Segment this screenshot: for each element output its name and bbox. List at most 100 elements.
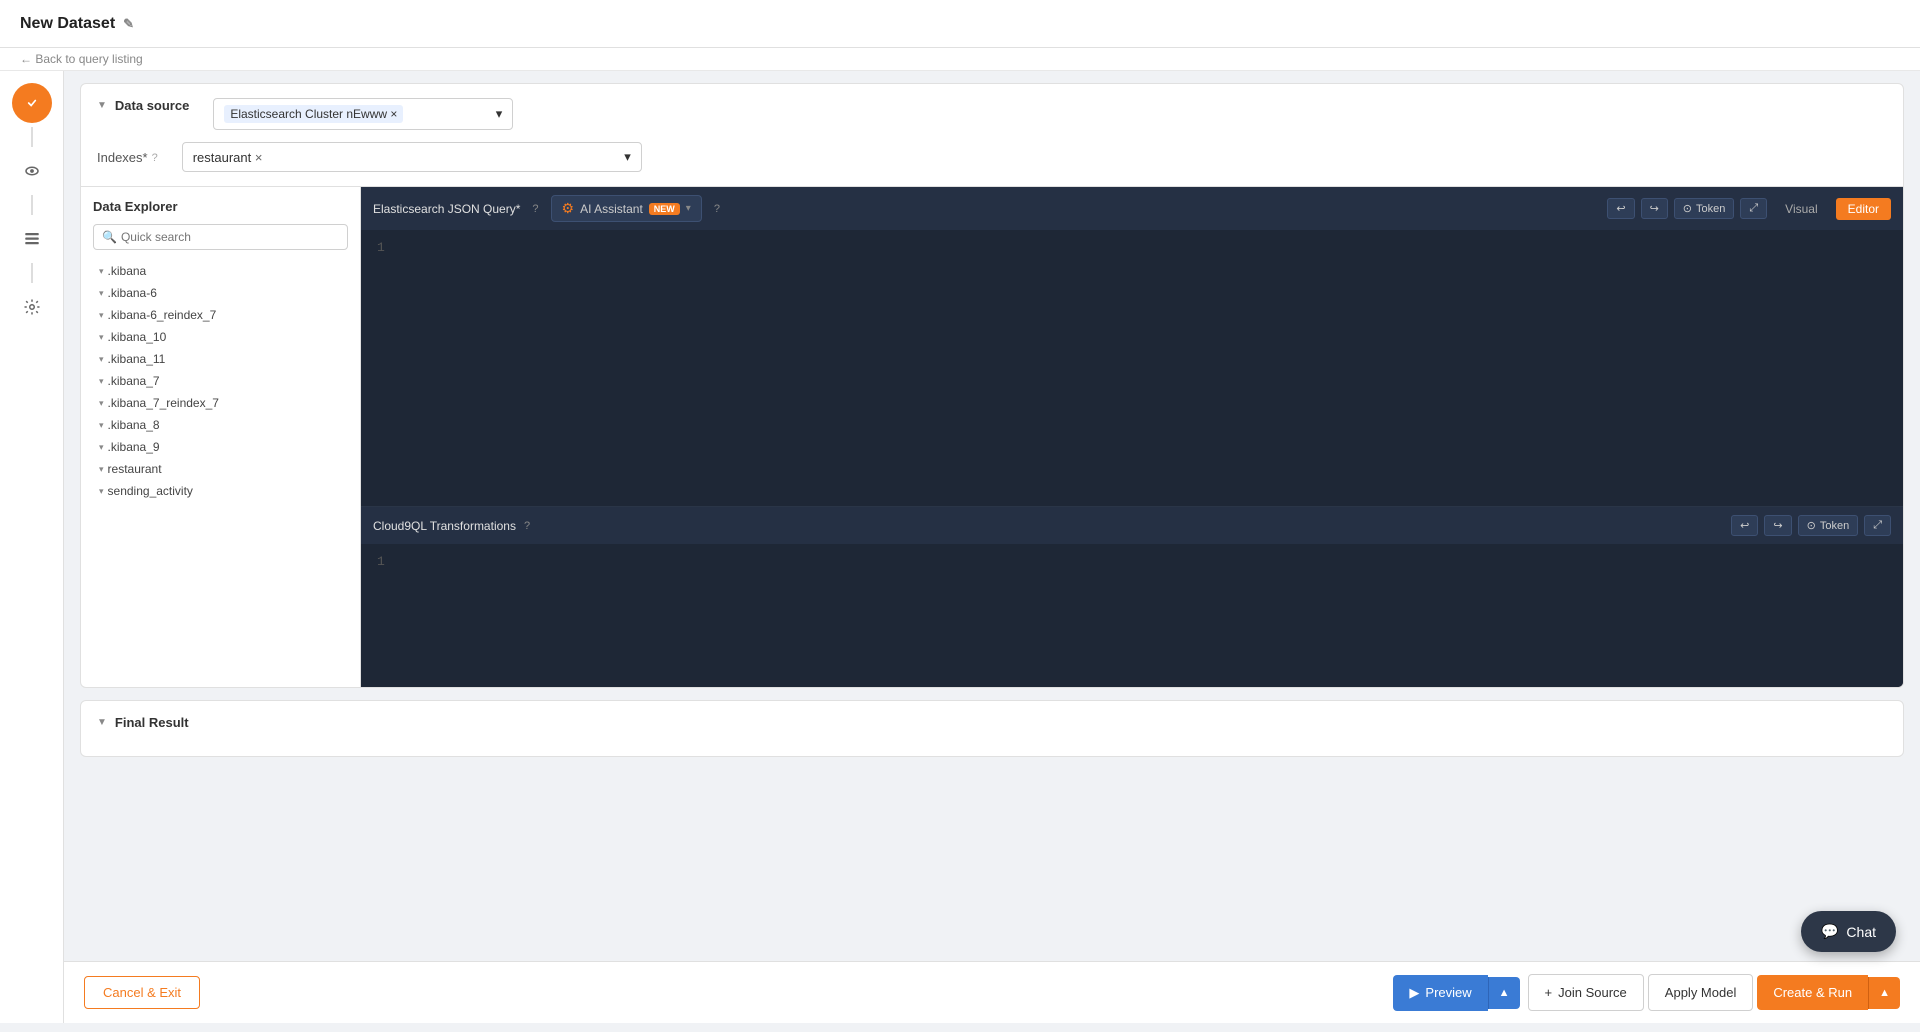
datasource-header: ▼ Data source (97, 98, 189, 113)
datasource-inner: ▼ Data source Elasticsearch Cluster nEww… (81, 84, 1903, 186)
tree-arrow-sending-activity: ▾ (99, 486, 104, 497)
data-explorer-title: Data Explorer (93, 199, 348, 214)
transform-code-editor[interactable]: 1 (361, 544, 1903, 687)
tree-arrow-kibana: ▾ (99, 266, 104, 277)
tree-arrow-kibana-8: ▾ (99, 420, 104, 431)
indexes-dropdown-arrow: ▾ (624, 149, 631, 165)
tree-item-kibana-6[interactable]: ▾ .kibana-6 (93, 282, 348, 304)
transform-title: Cloud9QL Transformations (373, 519, 516, 533)
cancel-button[interactable]: Cancel & Exit (84, 976, 200, 1009)
redo-icon: ↪ (1650, 202, 1659, 215)
indexes-label: Indexes* ? (97, 142, 158, 165)
create-run-button[interactable]: Create & Run (1757, 975, 1868, 1010)
ai-icon: ⚙ (562, 200, 575, 217)
json-code-editor[interactable]: 1 (361, 230, 1903, 506)
tree-arrow-kibana-7: ▾ (99, 376, 104, 387)
tree-item-kibana-7-reindex[interactable]: ▾ .kibana_7_reindex_7 (93, 392, 348, 414)
tree-arrow-kibana-11: ▾ (99, 354, 104, 365)
transform-undo-button[interactable]: ↩ (1731, 515, 1758, 536)
tree-arrow-kibana-10: ▾ (99, 332, 104, 343)
ai-assistant-button[interactable]: ⚙ AI Assistant NEW ▾ (551, 195, 702, 222)
preview-button[interactable]: ▶ Preview (1393, 975, 1487, 1011)
search-box[interactable]: 🔍 (93, 224, 348, 250)
transform-actions: ↩ ↪ ⊙ Token (1731, 515, 1891, 536)
json-line-1: 1 (377, 240, 385, 255)
ai-assistant-label: AI Assistant (580, 202, 643, 216)
tree-item-kibana[interactable]: ▾ .kibana (93, 260, 348, 282)
datasource-dropdown-arrow: ▾ (496, 106, 503, 122)
indexes-dropdown[interactable]: restaurant × ▾ (182, 142, 642, 172)
sidebar-icon-home[interactable] (12, 83, 52, 123)
content-area: ▼ Data source Elasticsearch Cluster nEww… (64, 71, 1920, 1023)
preview-caret-button[interactable]: ▲ (1488, 977, 1520, 1009)
query-area: Elasticsearch JSON Query* ? ⚙ AI Assista… (361, 187, 1903, 687)
tree-item-restaurant[interactable]: ▾ restaurant (93, 458, 348, 480)
apply-model-button[interactable]: Apply Model (1648, 974, 1754, 1011)
page-title: New Dataset ✎ (20, 15, 134, 33)
transform-redo-button[interactable]: ↪ (1764, 515, 1791, 536)
json-editor-header: Elasticsearch JSON Query* ? ⚙ AI Assista… (361, 187, 1903, 230)
final-result-collapse-arrow[interactable]: ▼ (97, 717, 107, 728)
tab-visual-button[interactable]: Visual (1773, 198, 1829, 220)
undo-icon: ↩ (1616, 202, 1625, 215)
tree-arrow-kibana-9: ▾ (99, 442, 104, 453)
token-icon: ⊙ (1683, 202, 1692, 215)
tree-item-kibana-11[interactable]: ▾ .kibana_11 (93, 348, 348, 370)
main-layout: ▼ Data source Elasticsearch Cluster nEww… (0, 71, 1920, 1023)
json-fullscreen-button[interactable]: ⤢ (1740, 198, 1767, 219)
tree-item-kibana-8[interactable]: ▾ .kibana_8 (93, 414, 348, 436)
sidebar-icon-list[interactable] (12, 219, 52, 259)
edit-title-icon[interactable]: ✎ (123, 16, 134, 32)
search-icon: 🔍 (102, 230, 117, 244)
json-redo-button[interactable]: ↪ (1641, 198, 1668, 219)
datasource-collapse-arrow[interactable]: ▼ (97, 100, 107, 111)
transform-header: Cloud9QL Transformations ? ↩ ↪ (361, 507, 1903, 544)
transform-token-icon: ⊙ (1807, 519, 1816, 532)
ai-new-badge: NEW (649, 203, 680, 215)
transform-panel: Cloud9QL Transformations ? ↩ ↪ (361, 507, 1903, 687)
datasource-dropdown[interactable]: Elasticsearch Cluster nEwww × ▾ (213, 98, 513, 130)
sidebar-icon-eye[interactable] (12, 151, 52, 191)
transform-help-icon[interactable]: ? (524, 520, 530, 532)
page-title-text: New Dataset (20, 15, 115, 33)
datasource-row: ▼ Data source Elasticsearch Cluster nEww… (97, 98, 1887, 130)
json-editor-help-icon[interactable]: ? (532, 203, 538, 215)
json-editor-panel: Elasticsearch JSON Query* ? ⚙ AI Assista… (361, 187, 1903, 507)
preview-play-icon: ▶ (1409, 985, 1419, 1001)
back-link[interactable]: ← Back to query listing (0, 48, 1920, 71)
search-input[interactable] (121, 230, 339, 244)
join-source-button[interactable]: + Join Source (1528, 974, 1644, 1011)
tree-item-sending-activity[interactable]: ▾ sending_activity (93, 480, 348, 502)
create-run-caret-button[interactable]: ▲ (1868, 977, 1900, 1009)
indexes-help-icon[interactable]: ? (152, 152, 158, 164)
join-plus-icon: + (1545, 985, 1553, 1000)
tab-editor-button[interactable]: Editor (1836, 198, 1891, 220)
action-buttons-group: ▶ Preview ▲ + Join Source Apply Model Cr… (1393, 974, 1900, 1011)
editor-actions: ↩ ↪ ⊙ Token (1607, 198, 1891, 220)
json-editor-title: Elasticsearch JSON Query* (373, 202, 520, 216)
tree-item-kibana-9[interactable]: ▾ .kibana_9 (93, 436, 348, 458)
transform-fullscreen-button[interactable]: ⤢ (1864, 515, 1891, 536)
transform-line-1: 1 (377, 554, 385, 569)
tree-list: ▾ .kibana ▾ .kibana-6 ▾ .kibana-6_reinde… (93, 260, 348, 502)
chat-button[interactable]: 💬 Chat (1801, 911, 1896, 952)
datasource-selected-tag: Elasticsearch Cluster nEwww × (224, 105, 403, 123)
datasource-section: ▼ Data source Elasticsearch Cluster nEww… (80, 83, 1904, 688)
icon-sidebar (0, 71, 64, 1023)
transform-redo-icon: ↪ (1773, 519, 1782, 532)
tree-item-kibana-7[interactable]: ▾ .kibana_7 (93, 370, 348, 392)
sidebar-icon-settings[interactable] (12, 287, 52, 327)
ai-chevron-icon: ▾ (686, 203, 691, 214)
indexes-tag-close[interactable]: × (255, 150, 263, 165)
ai-query-help-icon[interactable]: ? (714, 203, 720, 215)
top-bar: New Dataset ✎ (0, 0, 1920, 48)
transform-token-button[interactable]: ⊙ Token (1798, 515, 1859, 536)
json-token-button[interactable]: ⊙ Token (1674, 198, 1735, 219)
sidebar-connector-3 (31, 263, 33, 283)
transform-fullscreen-icon: ⤢ (1873, 519, 1882, 532)
sidebar-connector-1 (31, 127, 33, 147)
json-undo-button[interactable]: ↩ (1607, 198, 1634, 219)
tree-item-kibana-10[interactable]: ▾ .kibana_10 (93, 326, 348, 348)
tree-item-kibana-6-reindex[interactable]: ▾ .kibana-6_reindex_7 (93, 304, 348, 326)
data-explorer-panel: Data Explorer 🔍 ▾ .kibana ▾ (81, 187, 361, 687)
